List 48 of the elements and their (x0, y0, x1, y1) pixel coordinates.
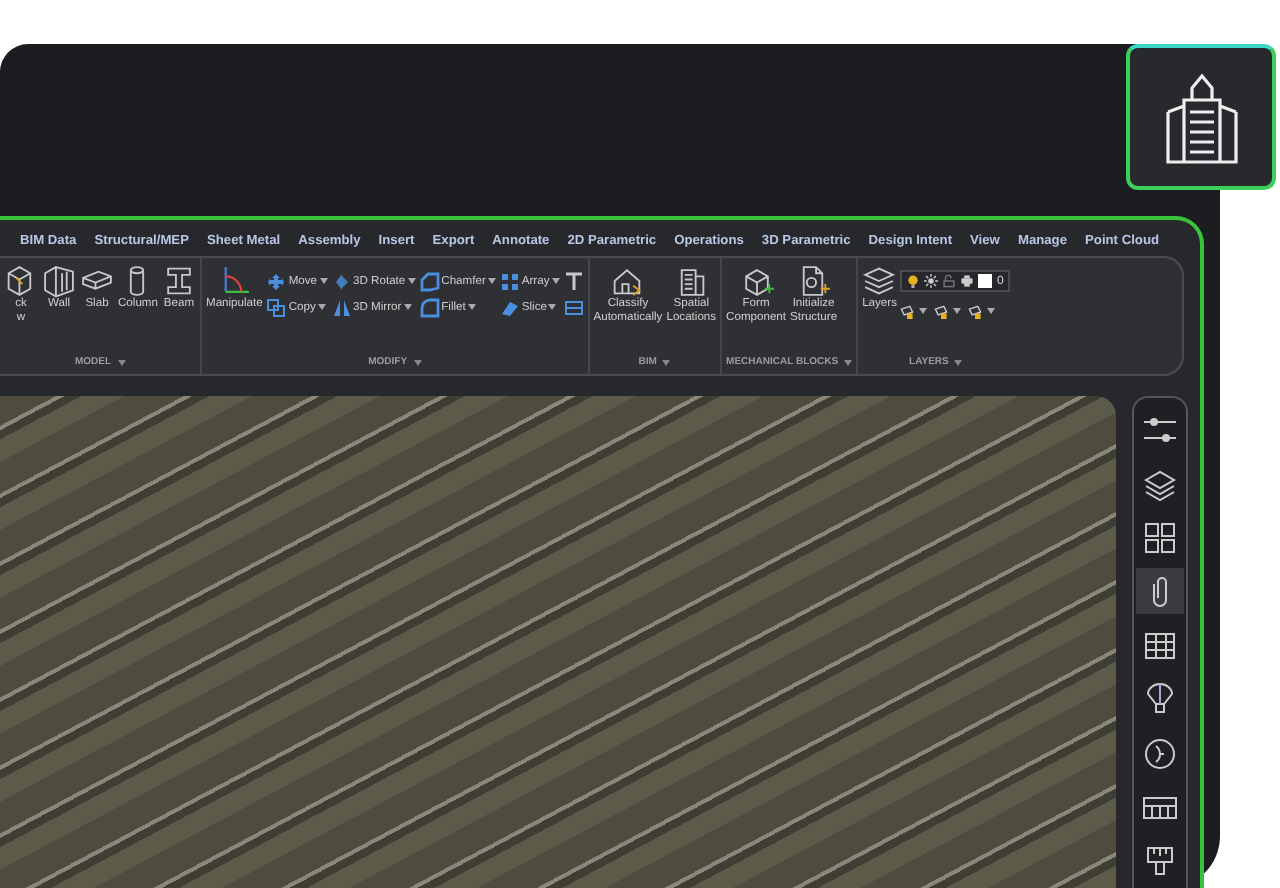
caret-icon (916, 306, 931, 316)
wall-icon (42, 264, 76, 298)
array-icon (499, 271, 520, 291)
slice-icon (499, 297, 520, 317)
caret-icon[interactable] (117, 357, 126, 367)
move-icon (266, 271, 287, 291)
sun-icon (924, 274, 939, 288)
caret-icon (467, 302, 476, 312)
layer-lock-icon (934, 301, 949, 321)
caret-icon (548, 302, 557, 312)
caret-icon (319, 276, 328, 286)
caret-icon (950, 306, 965, 316)
house-icon (610, 264, 645, 298)
image-icon (563, 297, 584, 317)
tool-button[interactable] (563, 296, 584, 318)
caret-icon[interactable] (844, 357, 853, 367)
copy-icon (266, 297, 287, 317)
tool-button[interactable] (900, 300, 931, 322)
target-icon (1140, 733, 1180, 773)
rotate-icon (331, 271, 352, 291)
tool-button[interactable] (968, 300, 999, 322)
caret-icon[interactable] (662, 357, 671, 367)
color-swatch (978, 274, 993, 288)
caret-icon (407, 276, 416, 286)
layer-freeze-icon (968, 301, 983, 321)
layer-state-icon (900, 301, 915, 321)
bulb-icon (906, 274, 921, 288)
layers-icon (862, 264, 897, 298)
caret-icon (551, 276, 560, 286)
text-icon (563, 271, 584, 291)
beam-icon (161, 264, 196, 298)
fillet-icon (419, 297, 440, 317)
caret-icon[interactable] (954, 357, 963, 367)
caret-icon (487, 276, 496, 286)
chamfer-icon (419, 271, 440, 291)
caret-icon (317, 302, 326, 312)
sidebar-button[interactable] (1136, 568, 1184, 614)
lock-icon (942, 274, 957, 288)
mirror-icon (331, 297, 352, 317)
cube-plus-icon (739, 264, 774, 298)
tool-button[interactable] (934, 300, 965, 322)
caret-icon[interactable] (413, 357, 422, 367)
printer-icon (960, 274, 975, 288)
tool-button[interactable] (563, 270, 584, 292)
grid-icon (1140, 517, 1180, 557)
building-icon (1161, 71, 1241, 163)
caret-icon (984, 306, 999, 316)
caret-icon (403, 302, 412, 312)
